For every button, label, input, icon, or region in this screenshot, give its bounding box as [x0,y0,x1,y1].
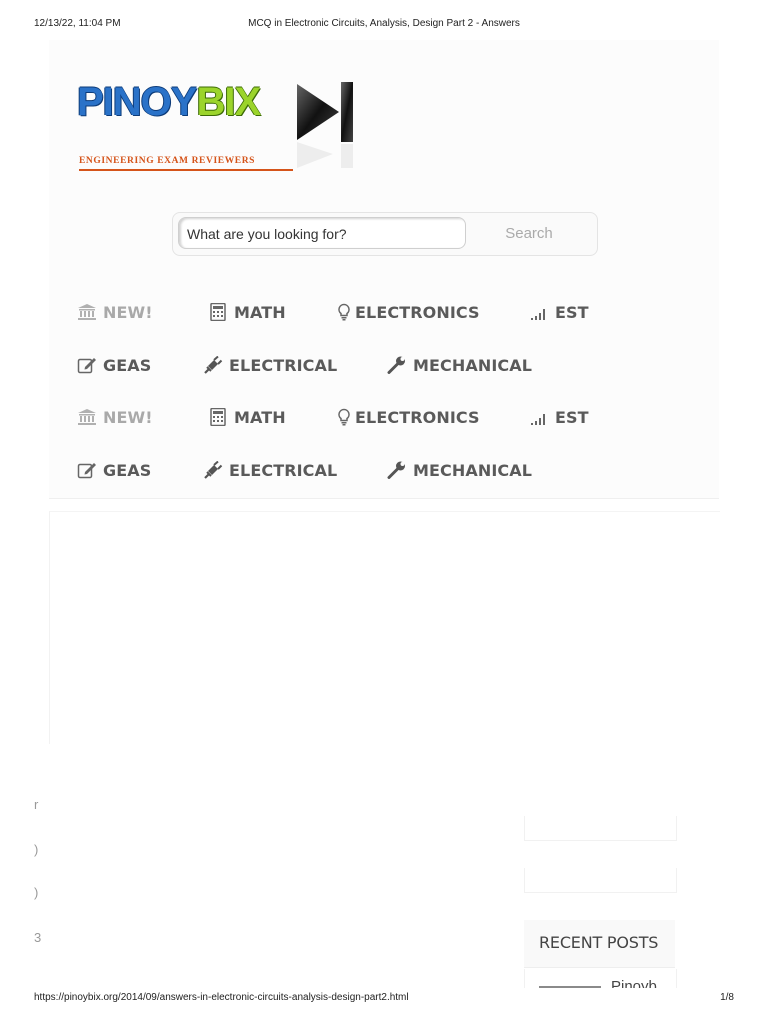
logo-wordmark-part1: PINOY [77,80,197,124]
logo-wordmark: PINOYBIX [77,80,261,124]
left-edge-glyph: r [34,797,39,812]
nav-item-electronics[interactable]: ELECTRONICS [337,404,480,432]
nav-item-new[interactable]: NEW! [77,404,153,432]
site-header: PINOYBIX ENGINEERING EXAM REVIEWERS What… [49,40,719,499]
play-logo-icon [297,82,353,168]
nav-label: ELECTRONICS [355,408,480,427]
nav-label: NEW! [103,408,153,427]
print-footer: https://pinoybix.org/2014/09/answers-in-… [34,992,734,1006]
nav-item-electrical[interactable]: ELECTRICAL [203,457,337,485]
sidebar-widget [524,816,677,841]
bank-icon [78,304,96,320]
left-edge-glyph: ) [34,885,39,900]
print-header: 12/13/22, 11:04 PM MCQ in Electronic Cir… [34,18,734,32]
nav-row: NEW! MATH ELECTRONICS EST [49,404,719,432]
bank-icon [78,409,96,425]
lightbulb-icon [338,408,350,426]
recent-posts-title: RECENT POSTS [524,920,675,968]
nav-item-electronics[interactable]: ELECTRONICS [337,299,480,327]
signal-icon [531,414,545,425]
nav-item-est[interactable]: EST [529,299,589,327]
edit-icon [77,358,96,374]
left-edge-glyph: 3 [34,930,42,945]
logo-underline [79,169,293,171]
logo-tagline: ENGINEERING EXAM REVIEWERS [79,156,256,166]
nav-label: EST [555,303,589,322]
recent-post-thumbnail [539,986,601,988]
left-edge-glyph: ) [34,842,39,857]
lightbulb-icon [338,303,350,321]
search-input[interactable]: What are you looking for? [178,217,466,249]
nav-row: GEAS ELECTRICAL MECHANICAL [49,457,719,485]
calculator-icon [210,303,226,321]
search-bar: What are you looking for? Search [172,212,598,256]
nav-label: MATH [234,408,286,427]
plug-icon [204,461,223,479]
print-page-number: 1/8 [720,992,734,1003]
nav-item-new[interactable]: NEW! [77,299,153,327]
nav-label: GEAS [103,356,152,375]
logo-wordmark-part2: BIX [196,80,261,124]
nav-item-mechanical[interactable]: MECHANICAL [387,352,532,380]
edit-icon [77,463,96,479]
nav-label: MECHANICAL [413,356,533,375]
nav-label: MATH [234,303,286,322]
nav-label: MECHANICAL [413,461,533,480]
wrench-icon [387,356,405,374]
calculator-icon [210,408,226,426]
main-content [49,511,720,744]
wrench-icon [387,461,405,479]
print-url: https://pinoybix.org/2014/09/answers-in-… [34,992,409,1003]
nav-item-math[interactable]: MATH [208,299,286,327]
recent-post-title: Pinoyb [611,978,657,988]
nav-label: ELECTRICAL [229,461,338,480]
nav-item-geas[interactable]: GEAS [77,352,151,380]
signal-icon [531,309,545,320]
nav-label: GEAS [103,461,152,480]
site-logo[interactable]: PINOYBIX ENGINEERING EXAM REVIEWERS [77,78,357,188]
nav-label: ELECTRICAL [229,356,338,375]
nav-label: ELECTRONICS [355,303,480,322]
plug-icon [204,356,223,374]
sidebar-widget [524,868,677,893]
search-button[interactable]: Search [483,213,575,255]
print-title: MCQ in Electronic Circuits, Analysis, De… [248,18,520,29]
nav-item-mechanical[interactable]: MECHANICAL [387,457,532,485]
nav-row: NEW! MATH ELECTRONICS EST [49,299,719,327]
nav-row: GEAS ELECTRICAL MECHANICAL [49,352,719,380]
nav-label: NEW! [103,303,153,322]
recent-post-item[interactable]: Pinoyb [524,969,677,988]
nav-item-est[interactable]: EST [529,404,589,432]
nav-item-electrical[interactable]: ELECTRICAL [203,352,337,380]
nav-item-geas[interactable]: GEAS [77,457,151,485]
nav-label: EST [555,408,589,427]
nav-item-math[interactable]: MATH [208,404,286,432]
